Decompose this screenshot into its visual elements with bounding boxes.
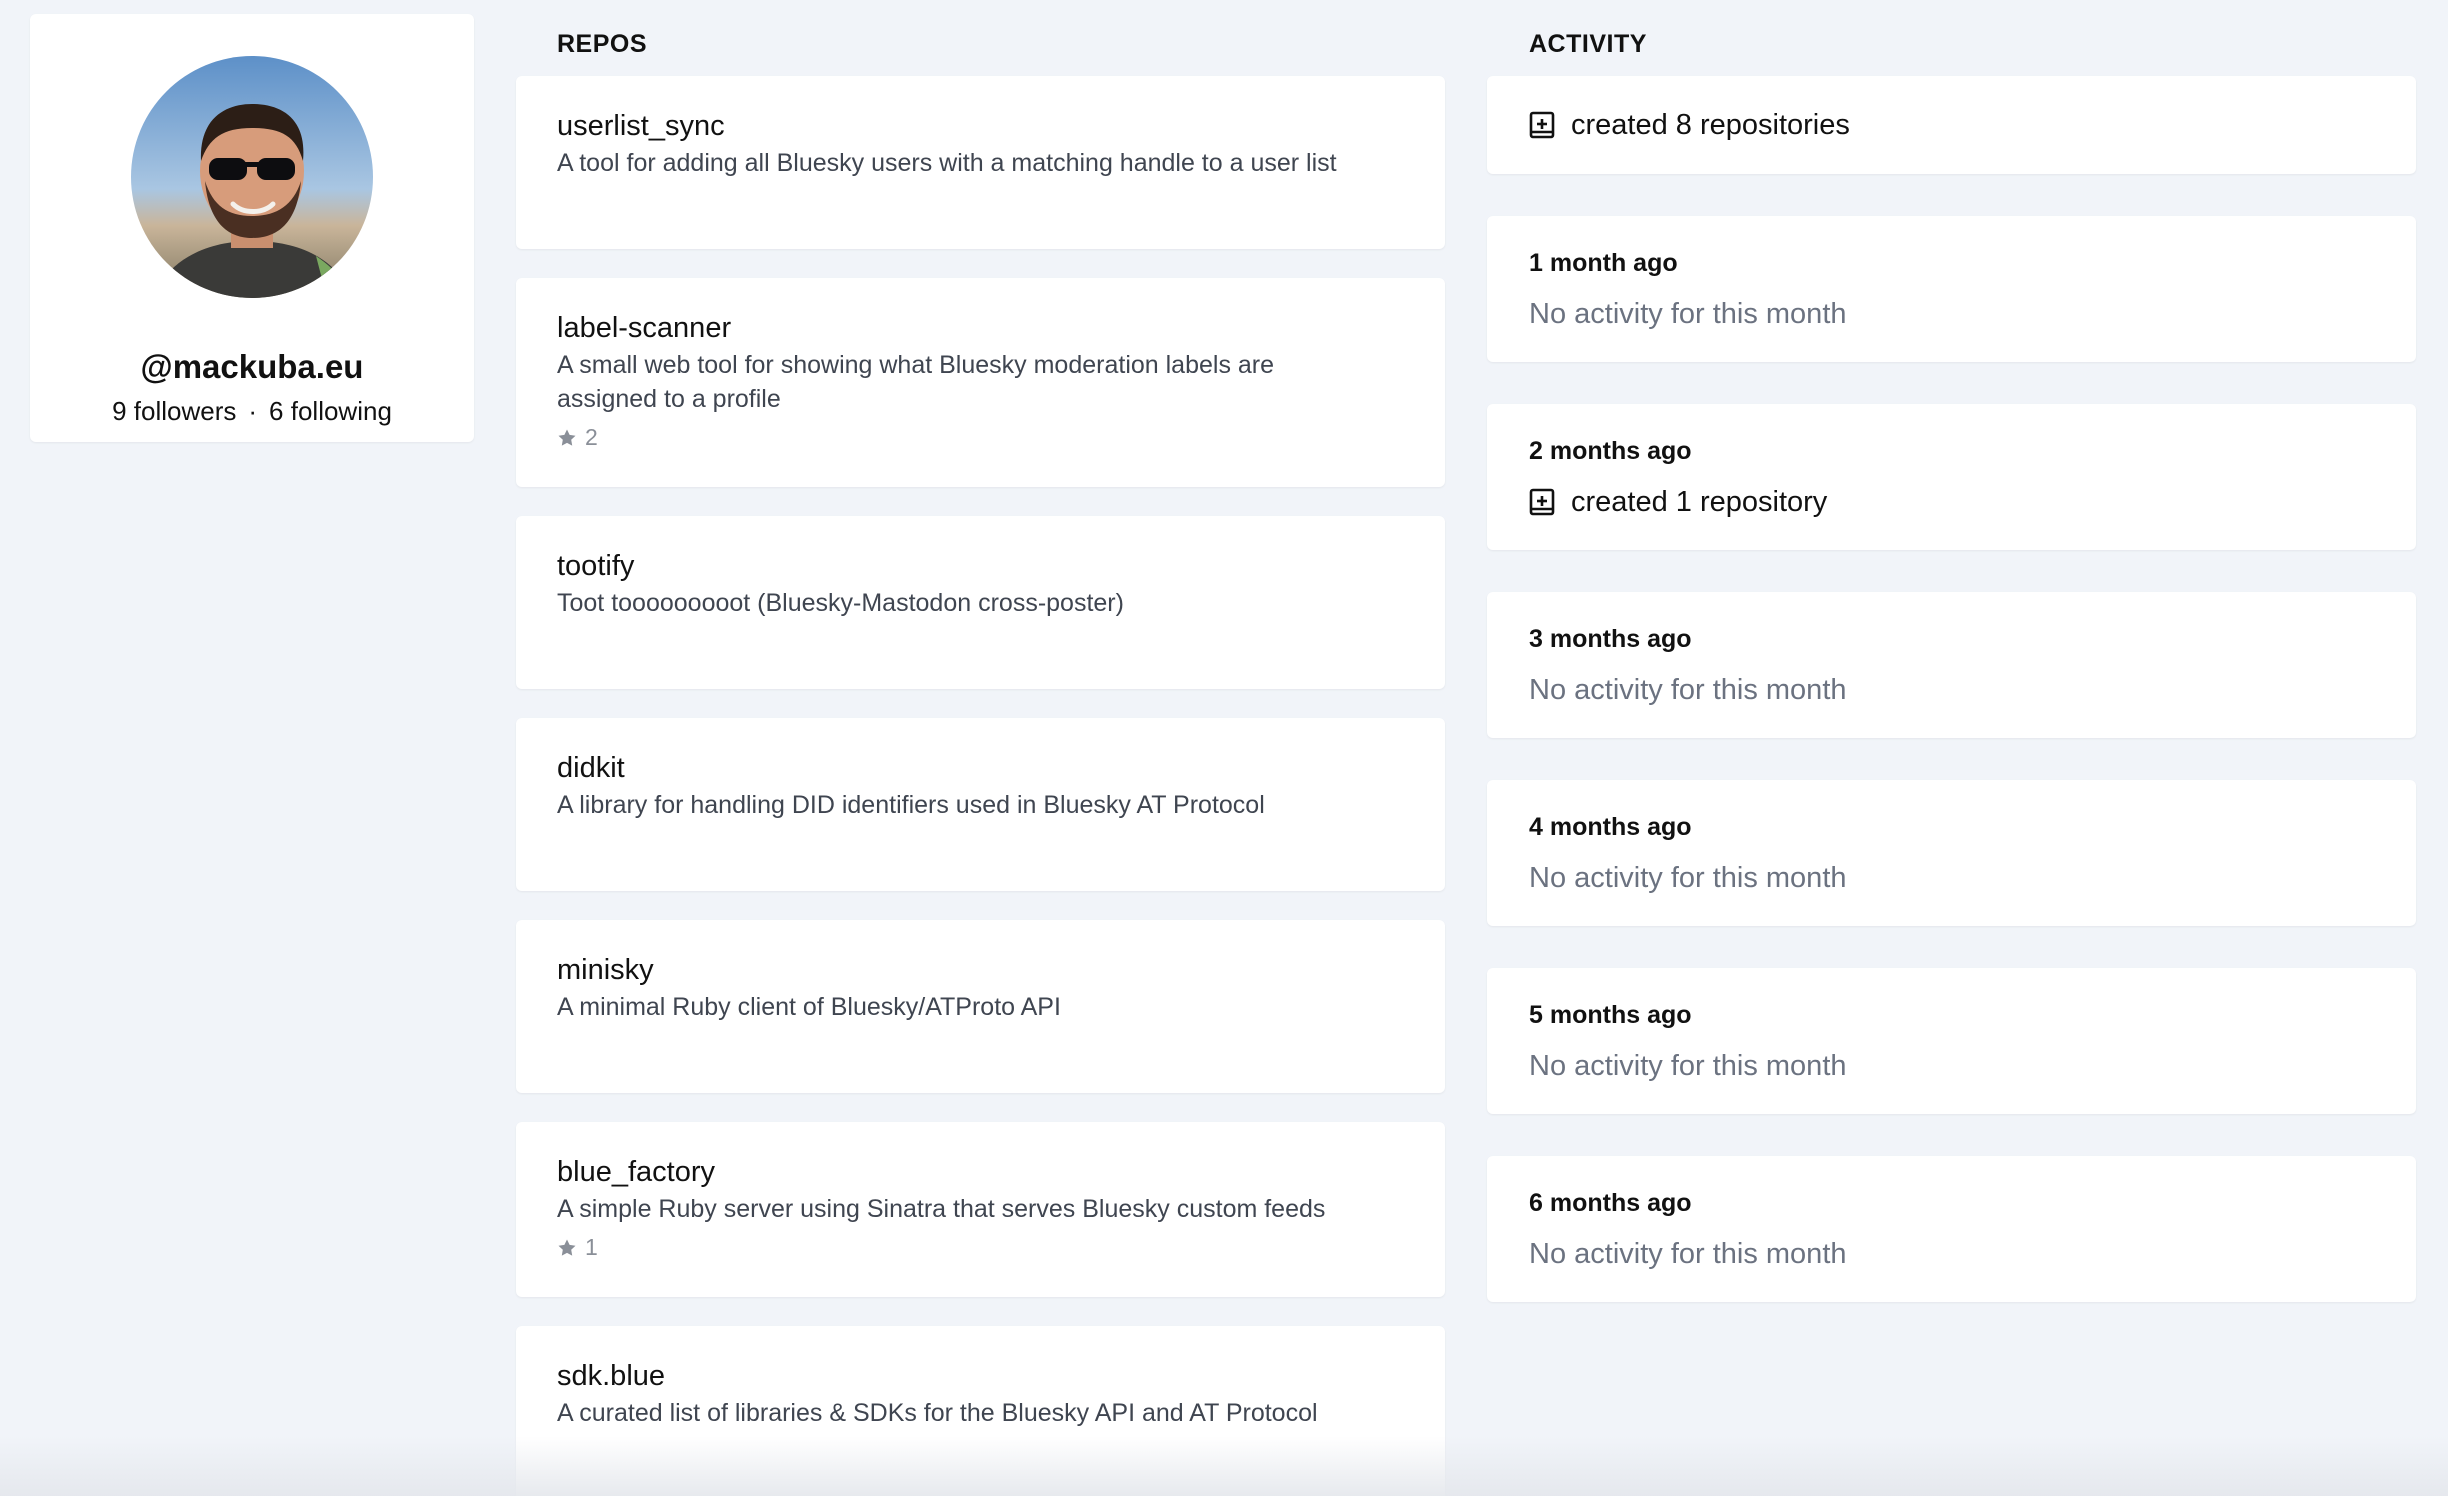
activity-created: created 1 repository [1529, 484, 2374, 520]
activity-when: 5 months ago [1529, 1001, 1692, 1029]
star-count: 1 [585, 1234, 598, 1260]
activity-card-total: created 8 repositories [1487, 76, 2416, 174]
activity-text: No activity for this month [1529, 298, 1847, 330]
repo-description: A curated list of libraries & SDKs for t… [557, 1399, 1318, 1427]
repo-card-sdk-blue[interactable]: sdk.blue A curated list of libraries & S… [516, 1326, 1445, 1496]
repo-name[interactable]: userlist_sync [557, 108, 1404, 144]
star-count: 2 [585, 424, 598, 450]
repo-card-blue-factory[interactable]: blue_factory A simple Ruby server using … [516, 1122, 1445, 1297]
repo-description: A simple Ruby server using Sinatra that … [557, 1195, 1326, 1223]
activity-text: No activity for this month [1529, 674, 1847, 706]
repo-name[interactable]: tootify [557, 548, 1404, 584]
activity-section-title: ACTIVITY [1529, 30, 1647, 58]
repo-description: A library for handling DID identifiers u… [557, 791, 1265, 819]
star-icon [558, 1239, 576, 1256]
activity-text: No activity for this month [1529, 1238, 1847, 1270]
followers-count[interactable]: 9 followers [112, 396, 236, 426]
follow-counts: 9 followers · 6 following [30, 396, 474, 427]
activity-card-1-month: 1 month ago No activity for this month [1487, 216, 2416, 362]
repo-description: A small web tool for showing what Bluesk… [557, 351, 1275, 413]
repo-add-icon [1529, 111, 1555, 139]
repo-description: Toot tooooooooot (Bluesky-Mastodon cross… [557, 589, 1124, 617]
repo-name[interactable]: label-scanner [557, 310, 1404, 346]
repo-description: A tool for adding all Bluesky users with… [557, 149, 1337, 177]
repo-card-minisky[interactable]: minisky A minimal Ruby client of Bluesky… [516, 920, 1445, 1093]
activity-card-3-months: 3 months ago No activity for this month [1487, 592, 2416, 738]
activity-text: created 1 repository [1571, 486, 1828, 518]
repo-description: A minimal Ruby client of Bluesky/ATProto… [557, 993, 1061, 1021]
repo-stars: 1 [557, 1234, 1404, 1261]
profile-page: @mackuba.eu 9 followers · 6 following REPO… [0, 0, 2448, 1496]
activity-text: No activity for this month [1529, 862, 1847, 894]
repo-name[interactable]: blue_factory [557, 1154, 1404, 1190]
repo-card-label-scanner[interactable]: label-scanner A small web tool for showi… [516, 278, 1445, 487]
repo-stars: 2 [557, 424, 1404, 451]
activity-card-6-months: 6 months ago No activity for this month [1487, 1156, 2416, 1302]
repo-name[interactable]: minisky [557, 952, 1404, 988]
activity-created: created 8 repositories [1529, 107, 1850, 143]
profile-card: @mackuba.eu 9 followers · 6 following [30, 14, 474, 442]
repo-card-userlist-sync[interactable]: userlist_sync A tool for adding all Blue… [516, 76, 1445, 249]
activity-card-5-months: 5 months ago No activity for this month [1487, 968, 2416, 1114]
repo-card-tootify[interactable]: tootify Toot tooooooooot (Bluesky-Mastod… [516, 516, 1445, 689]
activity-when: 6 months ago [1529, 1189, 1692, 1217]
repo-name[interactable]: didkit [557, 750, 1404, 786]
avatar-image [131, 56, 373, 298]
repos-section-title: REPOS [557, 30, 648, 58]
activity-when: 3 months ago [1529, 625, 1692, 653]
separator-dot: · [248, 396, 258, 426]
activity-text: created 8 repositories [1571, 109, 1850, 141]
avatar[interactable] [131, 56, 373, 298]
activity-when: 1 month ago [1529, 249, 1678, 277]
repo-add-icon [1529, 488, 1555, 516]
activity-when: 2 months ago [1529, 437, 1692, 465]
activity-card-2-months: 2 months ago created 1 repository [1487, 404, 2416, 550]
repo-name[interactable]: sdk.blue [557, 1358, 1404, 1394]
activity-when: 4 months ago [1529, 813, 1692, 841]
repo-card-didkit[interactable]: didkit A library for handling DID identi… [516, 718, 1445, 891]
following-count[interactable]: 6 following [269, 396, 392, 426]
profile-handle[interactable]: @mackuba.eu [30, 348, 474, 386]
activity-card-4-months: 4 months ago No activity for this month [1487, 780, 2416, 926]
star-icon [558, 429, 576, 446]
activity-text: No activity for this month [1529, 1050, 1847, 1082]
